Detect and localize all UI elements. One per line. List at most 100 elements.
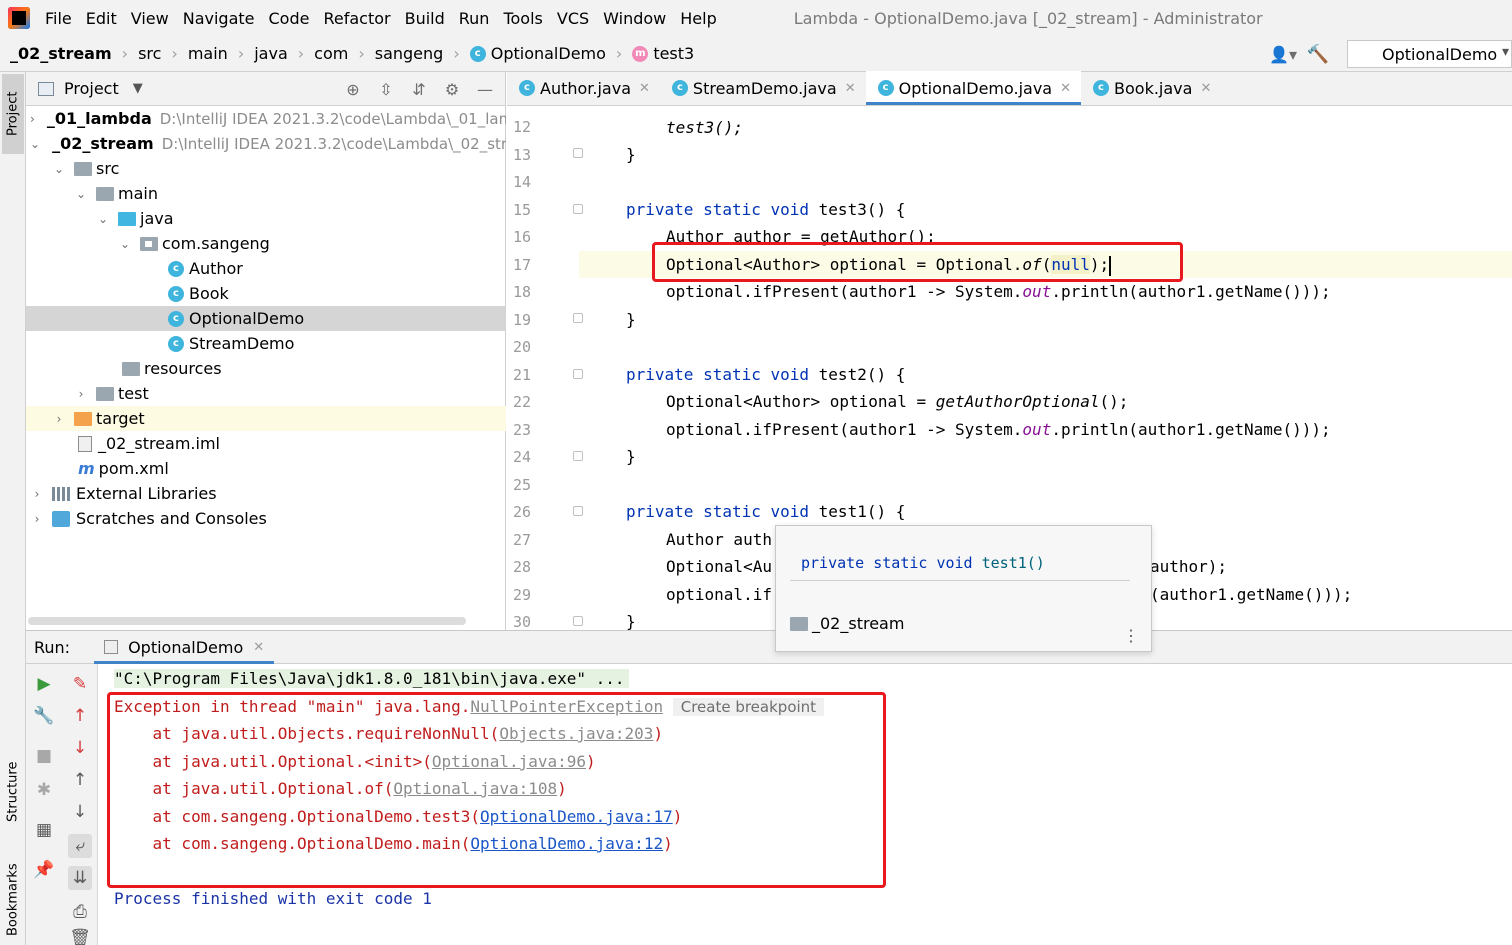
- breadcrumb-module[interactable]: _02_stream: [0, 44, 116, 63]
- more-options-icon[interactable]: ⋮: [1123, 626, 1139, 645]
- menu-run[interactable]: Run: [452, 9, 497, 28]
- menu-code[interactable]: Code: [262, 9, 317, 28]
- close-icon[interactable]: ✕: [1200, 81, 1211, 96]
- chevron-down-icon[interactable]: ⌄: [52, 162, 66, 176]
- structure-tool-tab[interactable]: Structure: [2, 752, 24, 832]
- tree-item-iml[interactable]: _02_stream.iml: [26, 431, 506, 456]
- menu-window[interactable]: Window: [596, 9, 673, 28]
- chevron-right-icon[interactable]: ›: [30, 512, 44, 526]
- fold-marker-icon[interactable]: [573, 313, 583, 323]
- tree-item-optionaldemo[interactable]: c OptionalDemo: [26, 306, 506, 331]
- clear-console-icon[interactable]: ✎: [68, 672, 92, 696]
- scroll-to-end-icon[interactable]: ⇊: [68, 866, 92, 890]
- soft-wrap-icon[interactable]: ⤶: [68, 834, 92, 858]
- menu-refactor[interactable]: Refactor: [316, 9, 397, 28]
- down-stack-frame-icon[interactable]: ↓: [68, 736, 92, 760]
- tab-author-java[interactable]: c Author.java ✕: [507, 71, 660, 105]
- tree-item-01-lambda[interactable]: › _01_lambda D:\IntelliJ IDEA 2021.3.2\c…: [26, 106, 506, 131]
- tab-streamdemo-java[interactable]: c StreamDemo.java ✕: [660, 71, 866, 105]
- breadcrumb-class[interactable]: c OptionalDemo: [460, 44, 610, 63]
- gear-icon[interactable]: ⚙: [440, 78, 464, 100]
- pin-icon[interactable]: 📌: [32, 858, 56, 882]
- build-hammer-icon[interactable]: 🔨: [1303, 44, 1333, 65]
- breadcrumb-com[interactable]: com: [304, 44, 352, 63]
- tree-item-java[interactable]: ⌄ java: [26, 206, 506, 231]
- user-icon[interactable]: 👤▾: [1263, 45, 1303, 64]
- fold-marker-icon[interactable]: [573, 616, 583, 626]
- fold-marker-icon[interactable]: [573, 148, 583, 158]
- menu-navigate[interactable]: Navigate: [176, 9, 262, 28]
- tree-item-author[interactable]: c Author: [26, 256, 506, 281]
- line-number-gutter[interactable]: 12 13 14 15 16 17 18 19 20 21 22 23 24 2…: [507, 106, 583, 630]
- run-tab-optionaldemo[interactable]: OptionalDemo ✕: [94, 630, 275, 664]
- tree-item-package[interactable]: ⌄ com.sangeng: [26, 231, 506, 256]
- print-icon[interactable]: ⎙: [68, 900, 92, 924]
- project-panel-title[interactable]: Project: [64, 79, 119, 98]
- up-stack-frame-icon[interactable]: ↑: [68, 704, 92, 728]
- chevron-down-icon[interactable]: ⌄: [118, 237, 132, 251]
- chevron-down-icon[interactable]: ⌄: [30, 137, 40, 151]
- fold-marker-icon[interactable]: [573, 369, 583, 379]
- rerun-icon[interactable]: ▶: [32, 672, 56, 696]
- fold-marker-icon[interactable]: [573, 451, 583, 461]
- tree-item-streamdemo[interactable]: c StreamDemo: [26, 331, 506, 356]
- project-tool-tab[interactable]: Project: [2, 74, 24, 154]
- fold-marker-icon[interactable]: [573, 204, 583, 214]
- chevron-down-icon[interactable]: ⌄: [74, 187, 88, 201]
- menu-vcs[interactable]: VCS: [550, 9, 596, 28]
- breadcrumb-sangeng[interactable]: sangeng: [365, 44, 448, 63]
- bookmarks-tool-tab[interactable]: Bookmarks: [2, 857, 24, 942]
- minimize-icon[interactable]: —: [473, 78, 497, 100]
- breadcrumb-main[interactable]: main: [178, 44, 232, 63]
- chevron-right-icon[interactable]: ›: [74, 387, 88, 401]
- tab-book-java[interactable]: c Book.java ✕: [1081, 71, 1221, 105]
- menu-view[interactable]: View: [124, 9, 176, 28]
- menu-file[interactable]: File: [38, 9, 79, 28]
- close-icon[interactable]: ✕: [253, 640, 264, 655]
- folder-icon: [96, 186, 114, 201]
- tree-item-scratches[interactable]: › Scratches and Consoles: [26, 506, 506, 531]
- close-icon[interactable]: ✕: [1060, 81, 1071, 96]
- layout-icon[interactable]: ▦: [32, 818, 56, 842]
- close-icon[interactable]: ✕: [845, 81, 856, 96]
- chevron-down-icon[interactable]: ▼: [133, 81, 143, 96]
- menu-help[interactable]: Help: [673, 9, 723, 28]
- tree-item-src[interactable]: ⌄ src: [26, 156, 506, 181]
- delete-icon[interactable]: 🗑: [68, 926, 92, 945]
- chevron-right-icon[interactable]: ›: [30, 487, 44, 501]
- stop-icon[interactable]: ■: [32, 744, 56, 768]
- tree-item-book[interactable]: c Book: [26, 281, 506, 306]
- locate-icon[interactable]: ⊕: [341, 78, 365, 100]
- chevron-right-icon[interactable]: ›: [30, 112, 35, 126]
- breadcrumb-src[interactable]: src: [128, 44, 165, 63]
- breadcrumb-java[interactable]: java: [244, 44, 292, 63]
- tree-item-external-libraries[interactable]: › External Libraries: [26, 481, 506, 506]
- tree-item-resources[interactable]: resources: [26, 356, 506, 381]
- chevron-down-icon[interactable]: ⌄: [96, 212, 110, 226]
- menu-tools[interactable]: Tools: [496, 9, 549, 28]
- tree-item-main[interactable]: ⌄ main: [26, 181, 506, 206]
- run-configuration-dropdown[interactable]: OptionalDemo: [1347, 40, 1512, 68]
- tab-optionaldemo-java[interactable]: c OptionalDemo.java ✕: [865, 71, 1082, 105]
- doc-module[interactable]: _02_stream: [790, 614, 904, 633]
- menu-build[interactable]: Build: [398, 9, 452, 28]
- expand-all-icon[interactable]: ⇳: [374, 78, 398, 100]
- close-icon[interactable]: ✕: [639, 81, 650, 96]
- tree-item-02-stream[interactable]: ⌄ _02_stream D:\IntelliJ IDEA 2021.3.2\c…: [26, 131, 506, 156]
- tree-item-target[interactable]: › target: [26, 406, 506, 431]
- fold-marker-icon[interactable]: [573, 506, 583, 516]
- bug-icon[interactable]: ✱: [32, 778, 56, 802]
- breadcrumb-method[interactable]: m test3: [622, 44, 698, 63]
- tree-item-label: Author: [189, 259, 243, 278]
- wrench-icon[interactable]: 🔧: [32, 704, 56, 728]
- tree-item-label: test: [118, 384, 149, 403]
- chevron-right-icon[interactable]: ›: [52, 412, 66, 426]
- tree-item-test[interactable]: › test: [26, 381, 506, 406]
- scroll-up-icon[interactable]: ↑: [68, 768, 92, 792]
- tree-item-pom[interactable]: m pom.xml: [26, 456, 506, 481]
- menu-edit[interactable]: Edit: [79, 9, 124, 28]
- collapse-all-icon[interactable]: ⇵: [407, 78, 431, 100]
- run-console-output[interactable]: "C:\Program Files\Java\jdk1.8.0_181\bin\…: [98, 664, 1512, 945]
- scroll-down-icon[interactable]: ↓: [68, 800, 92, 824]
- horizontal-scrollbar[interactable]: [28, 617, 466, 625]
